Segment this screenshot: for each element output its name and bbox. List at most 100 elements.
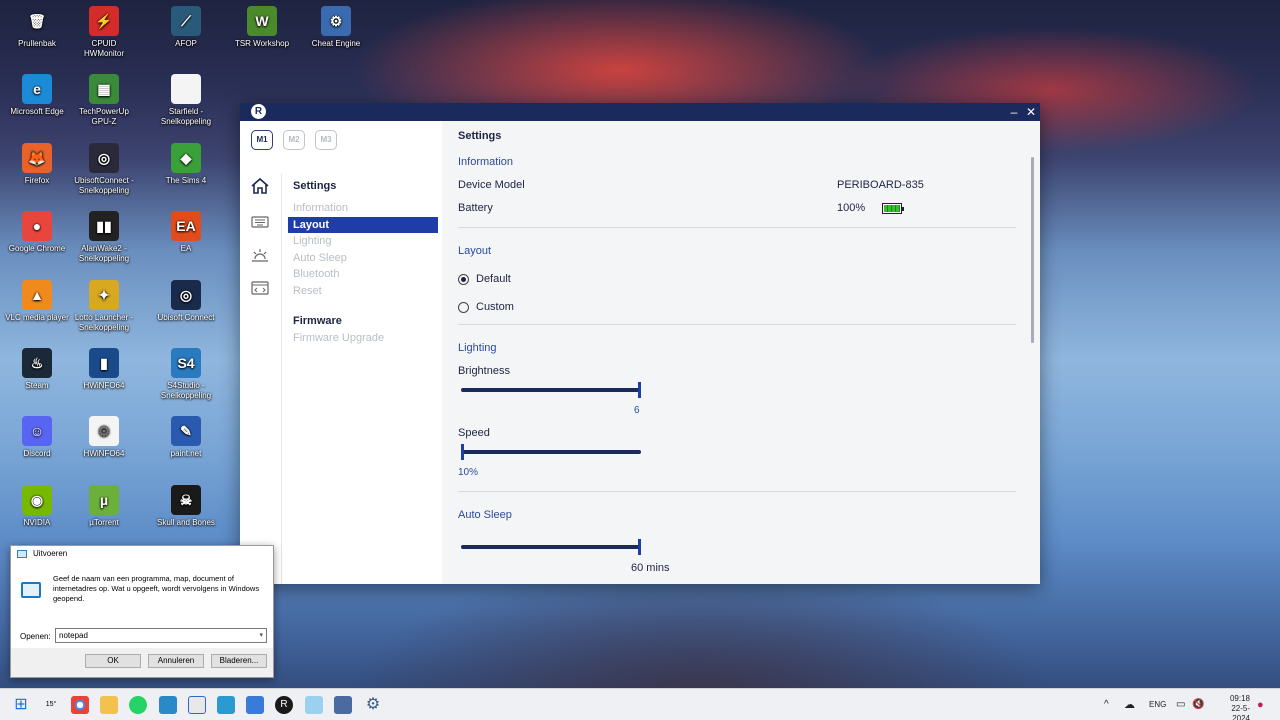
- desktop-icon[interactable]: ♨ Steam: [4, 348, 70, 391]
- desktop-icon[interactable]: ◎ Ubisoft Connect: [153, 280, 219, 323]
- profile-m3-button[interactable]: M3: [315, 130, 337, 150]
- auto-sleep-section-title: Auto Sleep: [458, 509, 512, 521]
- macro-icon[interactable]: [249, 279, 271, 299]
- app-taskbar-icon[interactable]: [159, 696, 177, 714]
- shortcut-icon: S4: [171, 348, 201, 378]
- start-icon[interactable]: ⊞: [12, 696, 30, 714]
- menu-item-reset[interactable]: Reset: [288, 283, 438, 300]
- desktop-icon[interactable]: 🗑 Prullenbak: [4, 6, 70, 49]
- brightness-slider[interactable]: [461, 382, 641, 398]
- file-explorer-icon[interactable]: [100, 696, 118, 714]
- brightness-slider-handle[interactable]: [638, 382, 641, 398]
- desktop-icon[interactable]: e Microsoft Edge: [4, 74, 70, 117]
- desktop-icon[interactable]: Starfield - Snelkoppeling: [153, 74, 219, 127]
- shortcut-icon: ▮: [89, 348, 119, 378]
- shortcut-icon: ⚙: [321, 6, 351, 36]
- speed-slider[interactable]: [461, 444, 641, 460]
- speed-value: 10%: [458, 467, 479, 478]
- volume-icon[interactable]: 🔇: [1192, 689, 1204, 720]
- layout-default-radio[interactable]: Default: [458, 273, 511, 285]
- home-icon[interactable]: [249, 177, 271, 197]
- run-icon: [17, 550, 27, 558]
- language-indicator[interactable]: ENG: [1149, 689, 1166, 720]
- desktop-icon[interactable]: S4 S4Studio - Snelkoppeling: [153, 348, 219, 401]
- chevron-down-icon[interactable]: ▾: [259, 629, 263, 642]
- chrome-taskbar-icon[interactable]: [71, 696, 89, 714]
- layout-custom-radio[interactable]: Custom: [458, 301, 514, 313]
- network-icon[interactable]: ▭: [1176, 689, 1185, 720]
- gear-icon[interactable]: ⚙: [364, 696, 382, 714]
- desktop-icon[interactable]: ▦ TechPowerUp GPU-Z: [71, 74, 137, 127]
- app-taskbar-icon[interactable]: [188, 696, 206, 714]
- desktop-icon-label: Lotto Launcher - Snelkoppeling: [74, 313, 134, 332]
- weather-icon[interactable]: 15°: [42, 696, 60, 714]
- desktop-icon[interactable]: ◎ UbisoftConnect - Snelkoppeling: [71, 143, 137, 196]
- app-taskbar-icon[interactable]: [334, 696, 352, 714]
- shortcut-icon: 🗑: [28, 13, 46, 29]
- desktop-icon[interactable]: ▲ VLC media player: [4, 280, 70, 323]
- shortcut-icon: ♨: [22, 348, 52, 378]
- close-button[interactable]: ✕: [1022, 103, 1040, 121]
- shortcut-icon: ▮▮: [89, 211, 119, 241]
- run-dialog-title: Uitvoeren: [11, 546, 273, 562]
- desktop-icon[interactable]: ▮▮ AlanWake2 - Snelkoppeling: [71, 211, 137, 264]
- keyboard-icon[interactable]: [249, 213, 271, 233]
- ok-button[interactable]: OK: [85, 654, 141, 668]
- shortcut-icon: ▲: [22, 280, 52, 310]
- menu-item-layout[interactable]: Layout: [288, 216, 438, 234]
- menu-item-firmware-upgrade[interactable]: Firmware Upgrade: [288, 330, 438, 347]
- clock[interactable]: 09:18 22-5-2024: [1214, 694, 1250, 720]
- desktop-icon-label: Steam: [25, 381, 49, 390]
- paint-icon[interactable]: [246, 696, 264, 714]
- desktop-icon[interactable]: EA EA: [153, 211, 219, 254]
- cloud-icon[interactable]: ☁: [1124, 689, 1135, 720]
- brightness-value: 6: [634, 405, 640, 416]
- cancel-button[interactable]: Annuleren: [148, 654, 204, 668]
- desktop-icon[interactable]: ✦ Lotto Launcher - Snelkoppeling: [71, 280, 137, 333]
- menu-item-auto-sleep[interactable]: Auto Sleep: [288, 250, 438, 267]
- run-taskbar-icon[interactable]: [305, 696, 323, 714]
- lighting-icon[interactable]: [249, 246, 271, 266]
- run-description: Geef de naam van een programma, map, doc…: [53, 574, 260, 603]
- chevron-up-icon[interactable]: ^: [1104, 689, 1109, 720]
- menu-item-bluetooth[interactable]: Bluetooth: [288, 266, 438, 283]
- profile-m2-button[interactable]: M2: [283, 130, 305, 150]
- desktop-icon[interactable]: ◆ The Sims 4: [153, 143, 219, 186]
- desktop-icon-label: UbisoftConnect - Snelkoppeling: [74, 176, 134, 195]
- lighting-section-title: Lighting: [458, 342, 497, 354]
- run-dialog-body: Geef de naam van een programma, map, doc…: [11, 562, 273, 648]
- desktop-icon[interactable]: ✎ paint.net: [153, 416, 219, 459]
- desktop-icon[interactable]: ▮ HWiNFO64: [71, 348, 137, 391]
- desktop-icon[interactable]: 🦊 Firefox: [4, 143, 70, 186]
- browse-button[interactable]: Bladeren...: [211, 654, 267, 668]
- menu-item-information[interactable]: Information: [288, 200, 438, 217]
- open-input[interactable]: notepad ▾: [55, 628, 267, 643]
- desktop-icon[interactable]: ● Google Chrome: [4, 211, 70, 254]
- whatsapp-icon[interactable]: [129, 696, 147, 714]
- shortcut-icon: µ: [89, 485, 119, 515]
- menu-item-lighting[interactable]: Lighting: [288, 233, 438, 250]
- profile-m1-button[interactable]: M1: [251, 130, 273, 150]
- desktop-icon-label: µTorrent: [89, 518, 119, 527]
- radio-label: Custom: [476, 301, 514, 313]
- scrollbar[interactable]: [1031, 157, 1034, 343]
- desktop-icon[interactable]: W TSR Workshop: [229, 6, 295, 49]
- desktop-icon-label: paint.net: [170, 449, 202, 458]
- desktop-icon[interactable]: ⚙ HWiNFO64: [71, 416, 137, 459]
- desktop-icon[interactable]: ⟋ AFOP: [153, 6, 219, 49]
- desktop-icon[interactable]: ◉ NVIDIA: [4, 485, 70, 528]
- desktop-icon[interactable]: ⚙ Cheat Engine: [303, 6, 369, 49]
- minimize-button[interactable]: –: [1005, 103, 1023, 121]
- auto-sleep-slider-handle[interactable]: [638, 539, 641, 555]
- auto-sleep-slider[interactable]: [461, 539, 641, 555]
- shortcut-icon: ✦: [89, 280, 119, 310]
- desktop-icon[interactable]: ☠ Skull and Bones: [153, 485, 219, 528]
- divider: [458, 227, 1016, 228]
- desktop-icon[interactable]: ⚡ CPUID HWMonitor: [71, 6, 137, 59]
- periboard-taskbar-icon[interactable]: R: [275, 696, 293, 714]
- desktop-icon[interactable]: µ µTorrent: [71, 485, 137, 528]
- app-taskbar-icon[interactable]: [217, 696, 235, 714]
- speed-slider-handle[interactable]: [461, 444, 464, 460]
- notification-icon[interactable]: ●: [1257, 689, 1264, 720]
- desktop-icon[interactable]: ☺ Discord: [4, 416, 70, 459]
